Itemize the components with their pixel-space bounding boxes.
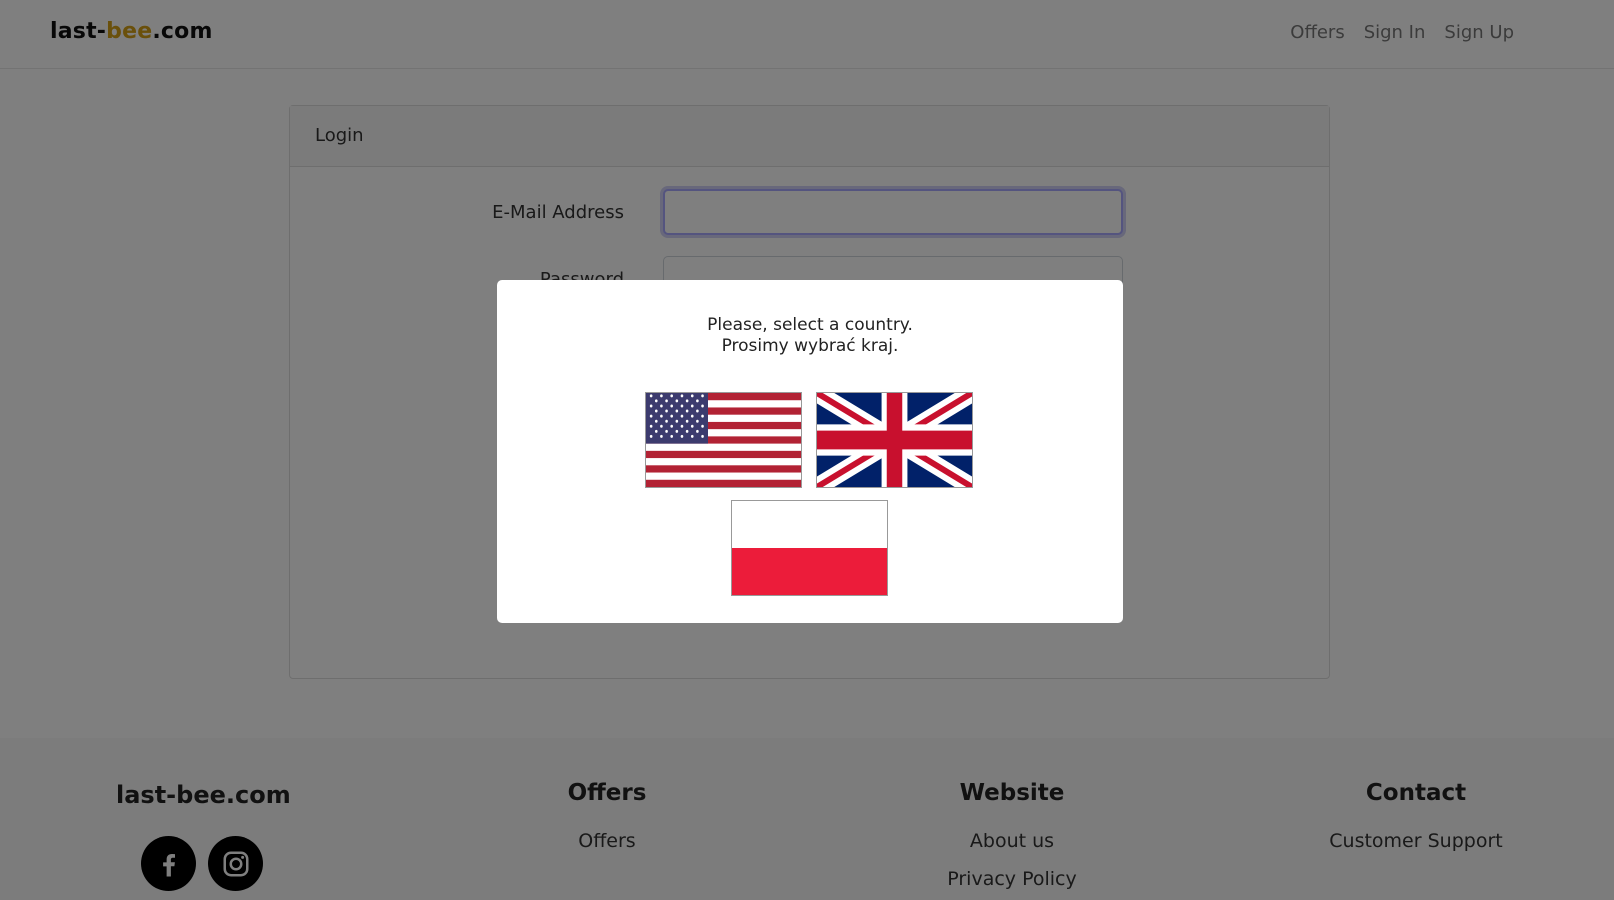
country-select-modal: Please, select a country. Prosimy wybrać… <box>497 280 1123 623</box>
modal-title: Please, select a country. Prosimy wybrać… <box>497 315 1123 357</box>
modal-title-pl: Prosimy wybrać kraj. <box>721 336 899 356</box>
uk-flag-icon[interactable] <box>816 392 973 488</box>
us-flag-icon[interactable] <box>645 392 802 488</box>
modal-title-en: Please, select a country. <box>707 315 913 335</box>
pl-flag-icon[interactable] <box>731 500 888 596</box>
